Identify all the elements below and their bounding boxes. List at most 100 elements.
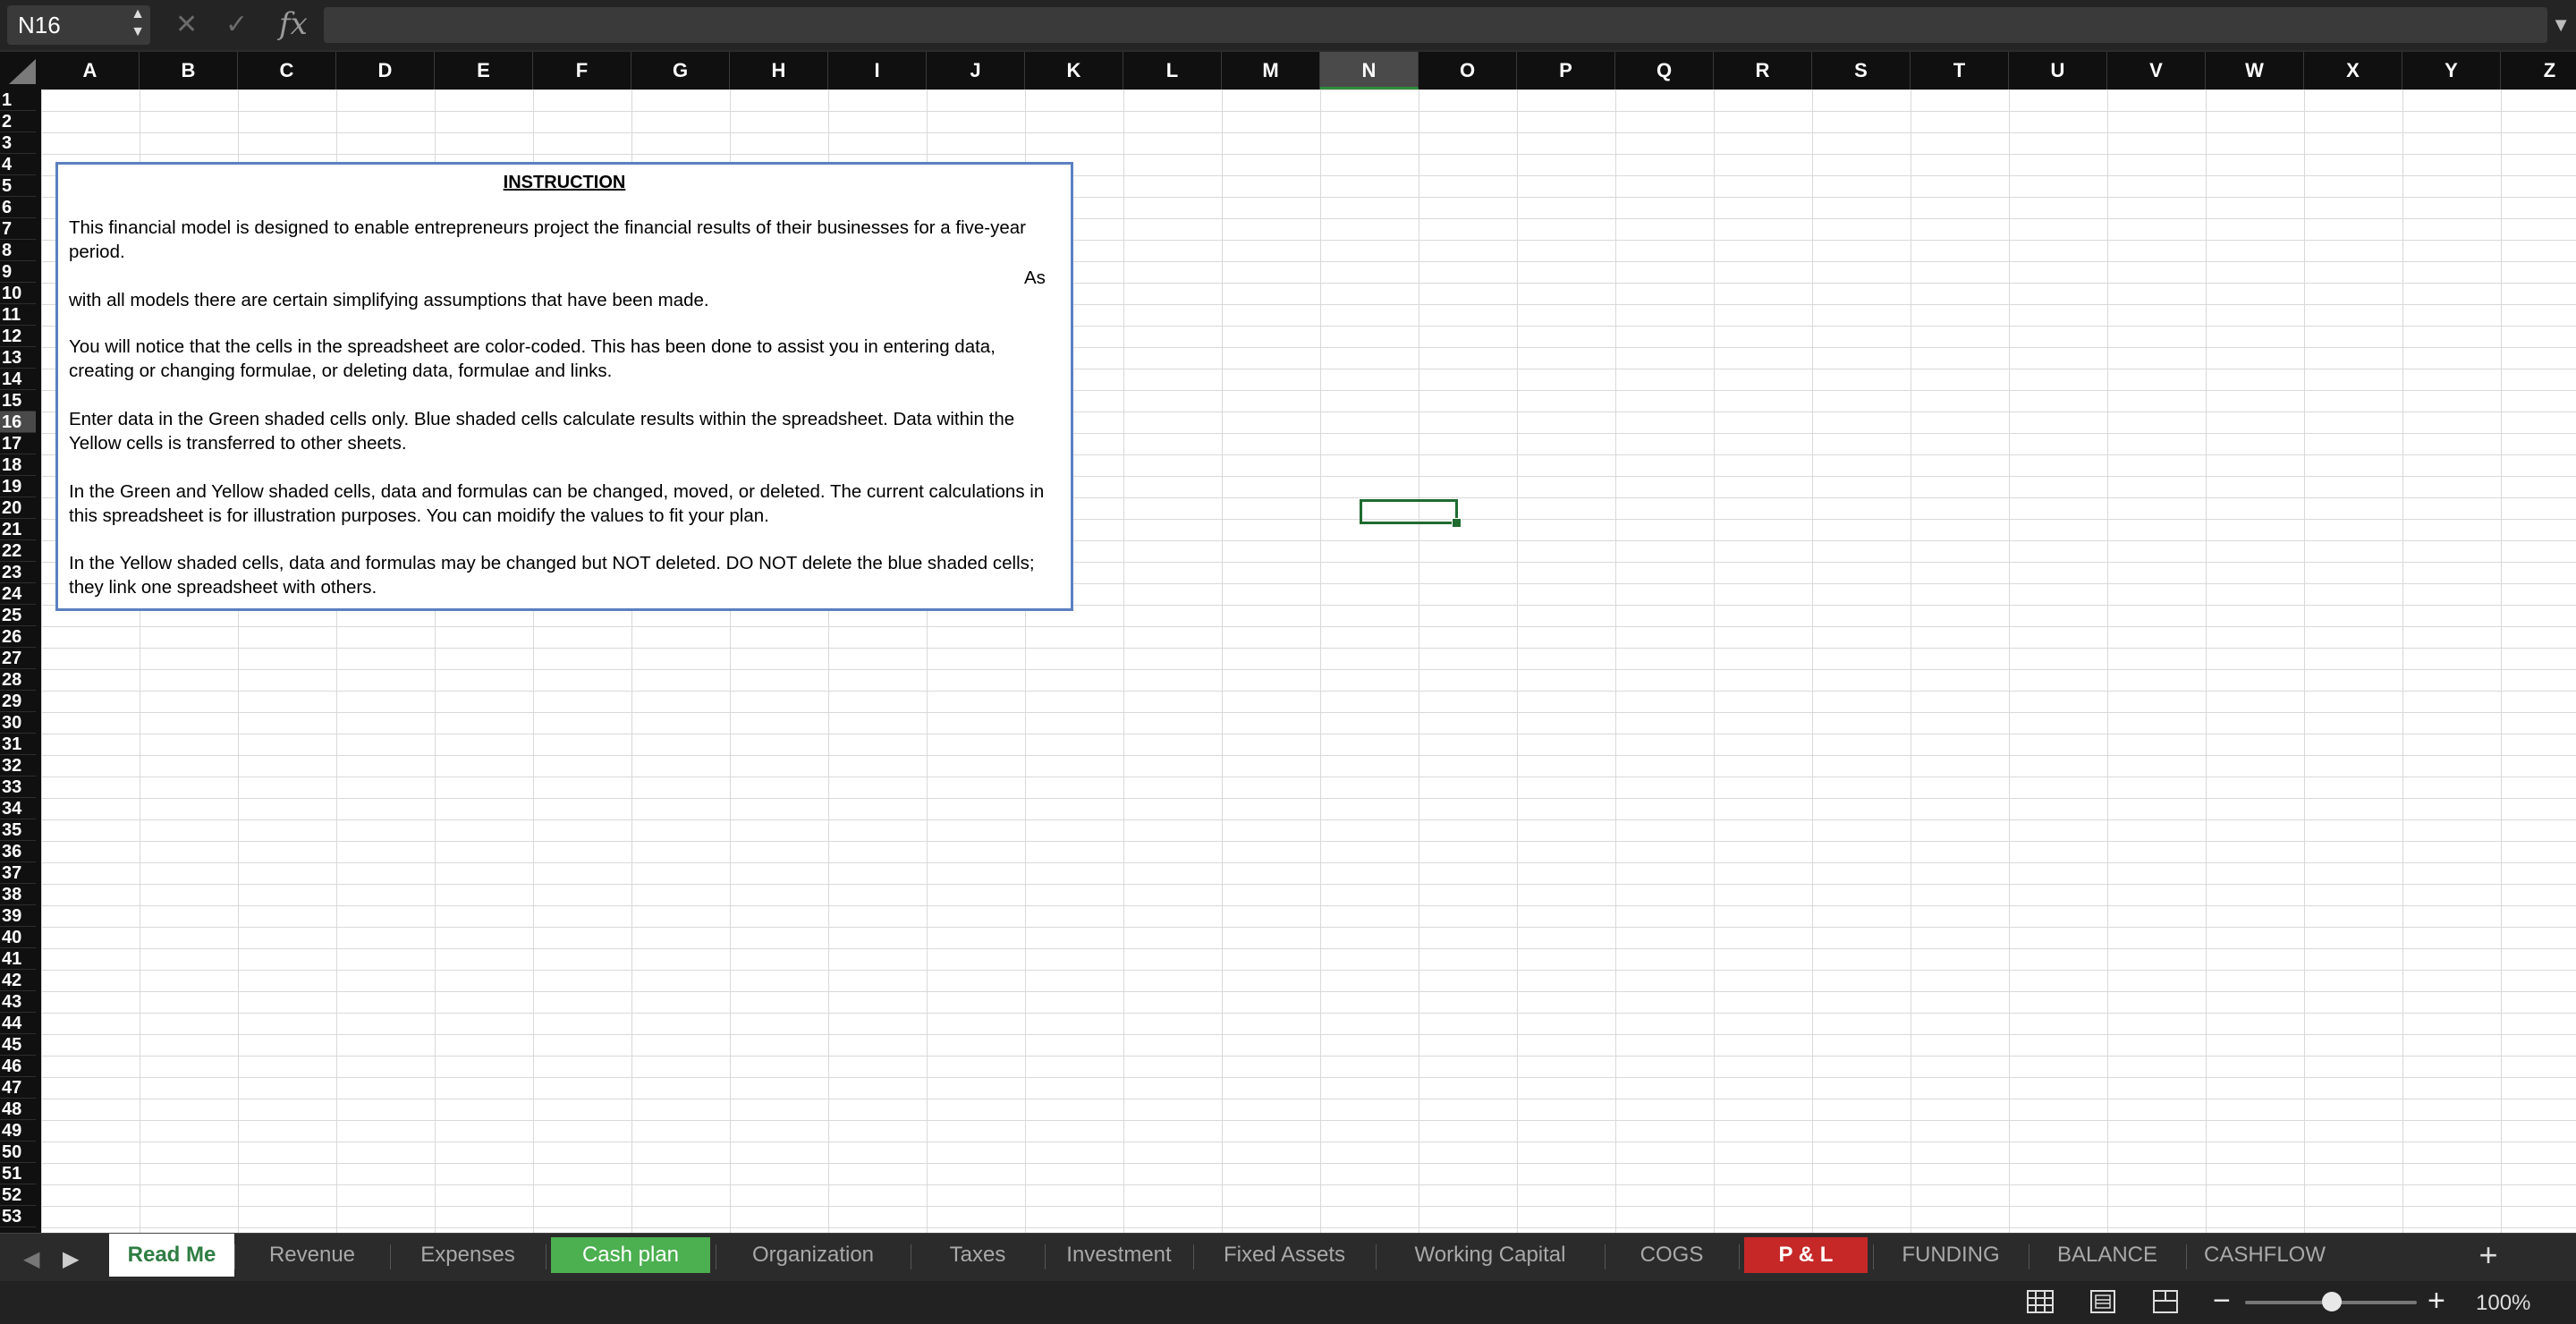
row-header-23[interactable]: 23 xyxy=(0,562,36,583)
row-header-2[interactable]: 2 xyxy=(0,111,36,132)
page-layout-view-icon[interactable] xyxy=(2088,1288,2118,1315)
column-header-m[interactable]: M xyxy=(1222,52,1320,89)
row-header-22[interactable]: 22 xyxy=(0,540,36,562)
column-header-j[interactable]: J xyxy=(927,52,1025,89)
confirm-check-icon[interactable]: ✓ xyxy=(225,7,248,43)
zoom-slider-knob[interactable] xyxy=(2322,1292,2342,1311)
column-header-o[interactable]: O xyxy=(1419,52,1517,89)
column-header-t[interactable]: T xyxy=(1911,52,2009,89)
row-header-7[interactable]: 7 xyxy=(0,218,36,240)
sheet-tab-investment[interactable]: Investment xyxy=(1045,1237,1193,1273)
row-header-34[interactable]: 34 xyxy=(0,798,36,819)
column-header-h[interactable]: H xyxy=(730,52,828,89)
row-header-17[interactable]: 17 xyxy=(0,433,36,454)
column-header-y[interactable]: Y xyxy=(2402,52,2501,89)
sheet-tab-revenue[interactable]: Revenue xyxy=(234,1237,390,1273)
column-header-f[interactable]: F xyxy=(533,52,631,89)
row-header-28[interactable]: 28 xyxy=(0,669,36,691)
row-header-30[interactable]: 30 xyxy=(0,712,36,734)
column-header-c[interactable]: C xyxy=(238,52,336,89)
column-header-d[interactable]: D xyxy=(336,52,435,89)
row-header-37[interactable]: 37 xyxy=(0,862,36,884)
row-header-46[interactable]: 46 xyxy=(0,1056,36,1077)
next-sheet-icon[interactable]: ▶ xyxy=(63,1246,79,1272)
row-header-35[interactable]: 35 xyxy=(0,819,36,841)
row-header-43[interactable]: 43 xyxy=(0,991,36,1013)
select-all-triangle-icon[interactable] xyxy=(9,59,36,84)
sheet-tab-p-l[interactable]: P & L xyxy=(1744,1237,1868,1273)
column-header-e[interactable]: E xyxy=(435,52,533,89)
row-header-48[interactable]: 48 xyxy=(0,1099,36,1120)
row-header-8[interactable]: 8 xyxy=(0,240,36,261)
zoom-out-button[interactable]: − xyxy=(2213,1285,2231,1317)
expand-formula-bar-icon[interactable]: ▼ xyxy=(2551,7,2571,43)
zoom-in-button[interactable]: + xyxy=(2428,1285,2445,1317)
sheet-tab-working-capital[interactable]: Working Capital xyxy=(1376,1237,1605,1273)
previous-sheet-icon[interactable]: ◀ xyxy=(23,1246,39,1272)
instruction-text-box[interactable]: INSTRUCTION This financial model is desi… xyxy=(55,162,1073,611)
row-header-32[interactable]: 32 xyxy=(0,755,36,777)
row-header-1[interactable]: 1 xyxy=(0,89,36,111)
row-header-36[interactable]: 36 xyxy=(0,841,36,862)
row-header-47[interactable]: 47 xyxy=(0,1077,36,1099)
column-header-b[interactable]: B xyxy=(140,52,238,89)
row-header-9[interactable]: 9 xyxy=(0,261,36,283)
row-header-25[interactable]: 25 xyxy=(0,605,36,626)
normal-view-icon[interactable] xyxy=(2025,1288,2055,1315)
row-header-5[interactable]: 5 xyxy=(0,175,36,197)
column-header-w[interactable]: W xyxy=(2206,52,2304,89)
column-header-n[interactable]: N xyxy=(1320,52,1419,89)
row-header-44[interactable]: 44 xyxy=(0,1013,36,1034)
sheet-tab-read-me[interactable]: Read Me xyxy=(109,1234,234,1277)
zoom-level[interactable]: 100% xyxy=(2476,1290,2530,1317)
row-header-13[interactable]: 13 xyxy=(0,347,36,369)
column-header-s[interactable]: S xyxy=(1812,52,1911,89)
row-header-38[interactable]: 38 xyxy=(0,884,36,905)
row-header-3[interactable]: 3 xyxy=(0,132,36,154)
sheet-tab-organization[interactable]: Organization xyxy=(716,1237,911,1273)
column-header-g[interactable]: G xyxy=(631,52,730,89)
sheet-tab-expenses[interactable]: Expenses xyxy=(390,1237,546,1273)
row-header-50[interactable]: 50 xyxy=(0,1142,36,1163)
column-header-z[interactable]: Z xyxy=(2501,52,2576,89)
row-header-19[interactable]: 19 xyxy=(0,476,36,497)
add-sheet-button[interactable]: + xyxy=(2470,1237,2506,1273)
row-header-29[interactable]: 29 xyxy=(0,691,36,712)
row-header-41[interactable]: 41 xyxy=(0,948,36,970)
row-header-52[interactable]: 52 xyxy=(0,1184,36,1206)
fill-handle[interactable] xyxy=(1452,518,1462,528)
row-header-33[interactable]: 33 xyxy=(0,777,36,798)
row-header-42[interactable]: 42 xyxy=(0,970,36,991)
column-header-x[interactable]: X xyxy=(2304,52,2402,89)
formula-input[interactable] xyxy=(324,7,2547,43)
row-header-6[interactable]: 6 xyxy=(0,197,36,218)
column-header-r[interactable]: R xyxy=(1714,52,1812,89)
column-header-u[interactable]: U xyxy=(2009,52,2107,89)
column-header-i[interactable]: I xyxy=(828,52,927,89)
sheet-tab-cashflow[interactable]: CASHFLOW xyxy=(2186,1237,2343,1273)
row-header-11[interactable]: 11 xyxy=(0,304,36,326)
active-cell-selection[interactable] xyxy=(1360,499,1462,528)
row-header-51[interactable]: 51 xyxy=(0,1163,36,1184)
row-header-21[interactable]: 21 xyxy=(0,519,36,540)
column-header-a[interactable]: A xyxy=(41,52,140,89)
select-all-corner[interactable] xyxy=(0,52,41,89)
row-header-53[interactable]: 53 xyxy=(0,1206,36,1227)
cancel-x-icon[interactable]: ✕ xyxy=(175,7,198,43)
row-header-39[interactable]: 39 xyxy=(0,905,36,927)
row-header-27[interactable]: 27 xyxy=(0,648,36,669)
row-header-31[interactable]: 31 xyxy=(0,734,36,755)
sheet-tab-fixed-assets[interactable]: Fixed Assets xyxy=(1193,1237,1376,1273)
column-header-l[interactable]: L xyxy=(1123,52,1222,89)
sheet-tab-funding[interactable]: FUNDING xyxy=(1873,1237,2029,1273)
sheet-tab-balance[interactable]: BALANCE xyxy=(2029,1237,2186,1273)
sheet-tab-cogs[interactable]: COGS xyxy=(1605,1237,1739,1273)
column-header-p[interactable]: P xyxy=(1517,52,1615,89)
row-header-12[interactable]: 12 xyxy=(0,326,36,347)
row-header-49[interactable]: 49 xyxy=(0,1120,36,1142)
row-header-15[interactable]: 15 xyxy=(0,390,36,412)
row-header-24[interactable]: 24 xyxy=(0,583,36,605)
sheet-tab-taxes[interactable]: Taxes xyxy=(911,1237,1045,1273)
column-header-v[interactable]: V xyxy=(2107,52,2206,89)
row-header-20[interactable]: 20 xyxy=(0,497,36,519)
